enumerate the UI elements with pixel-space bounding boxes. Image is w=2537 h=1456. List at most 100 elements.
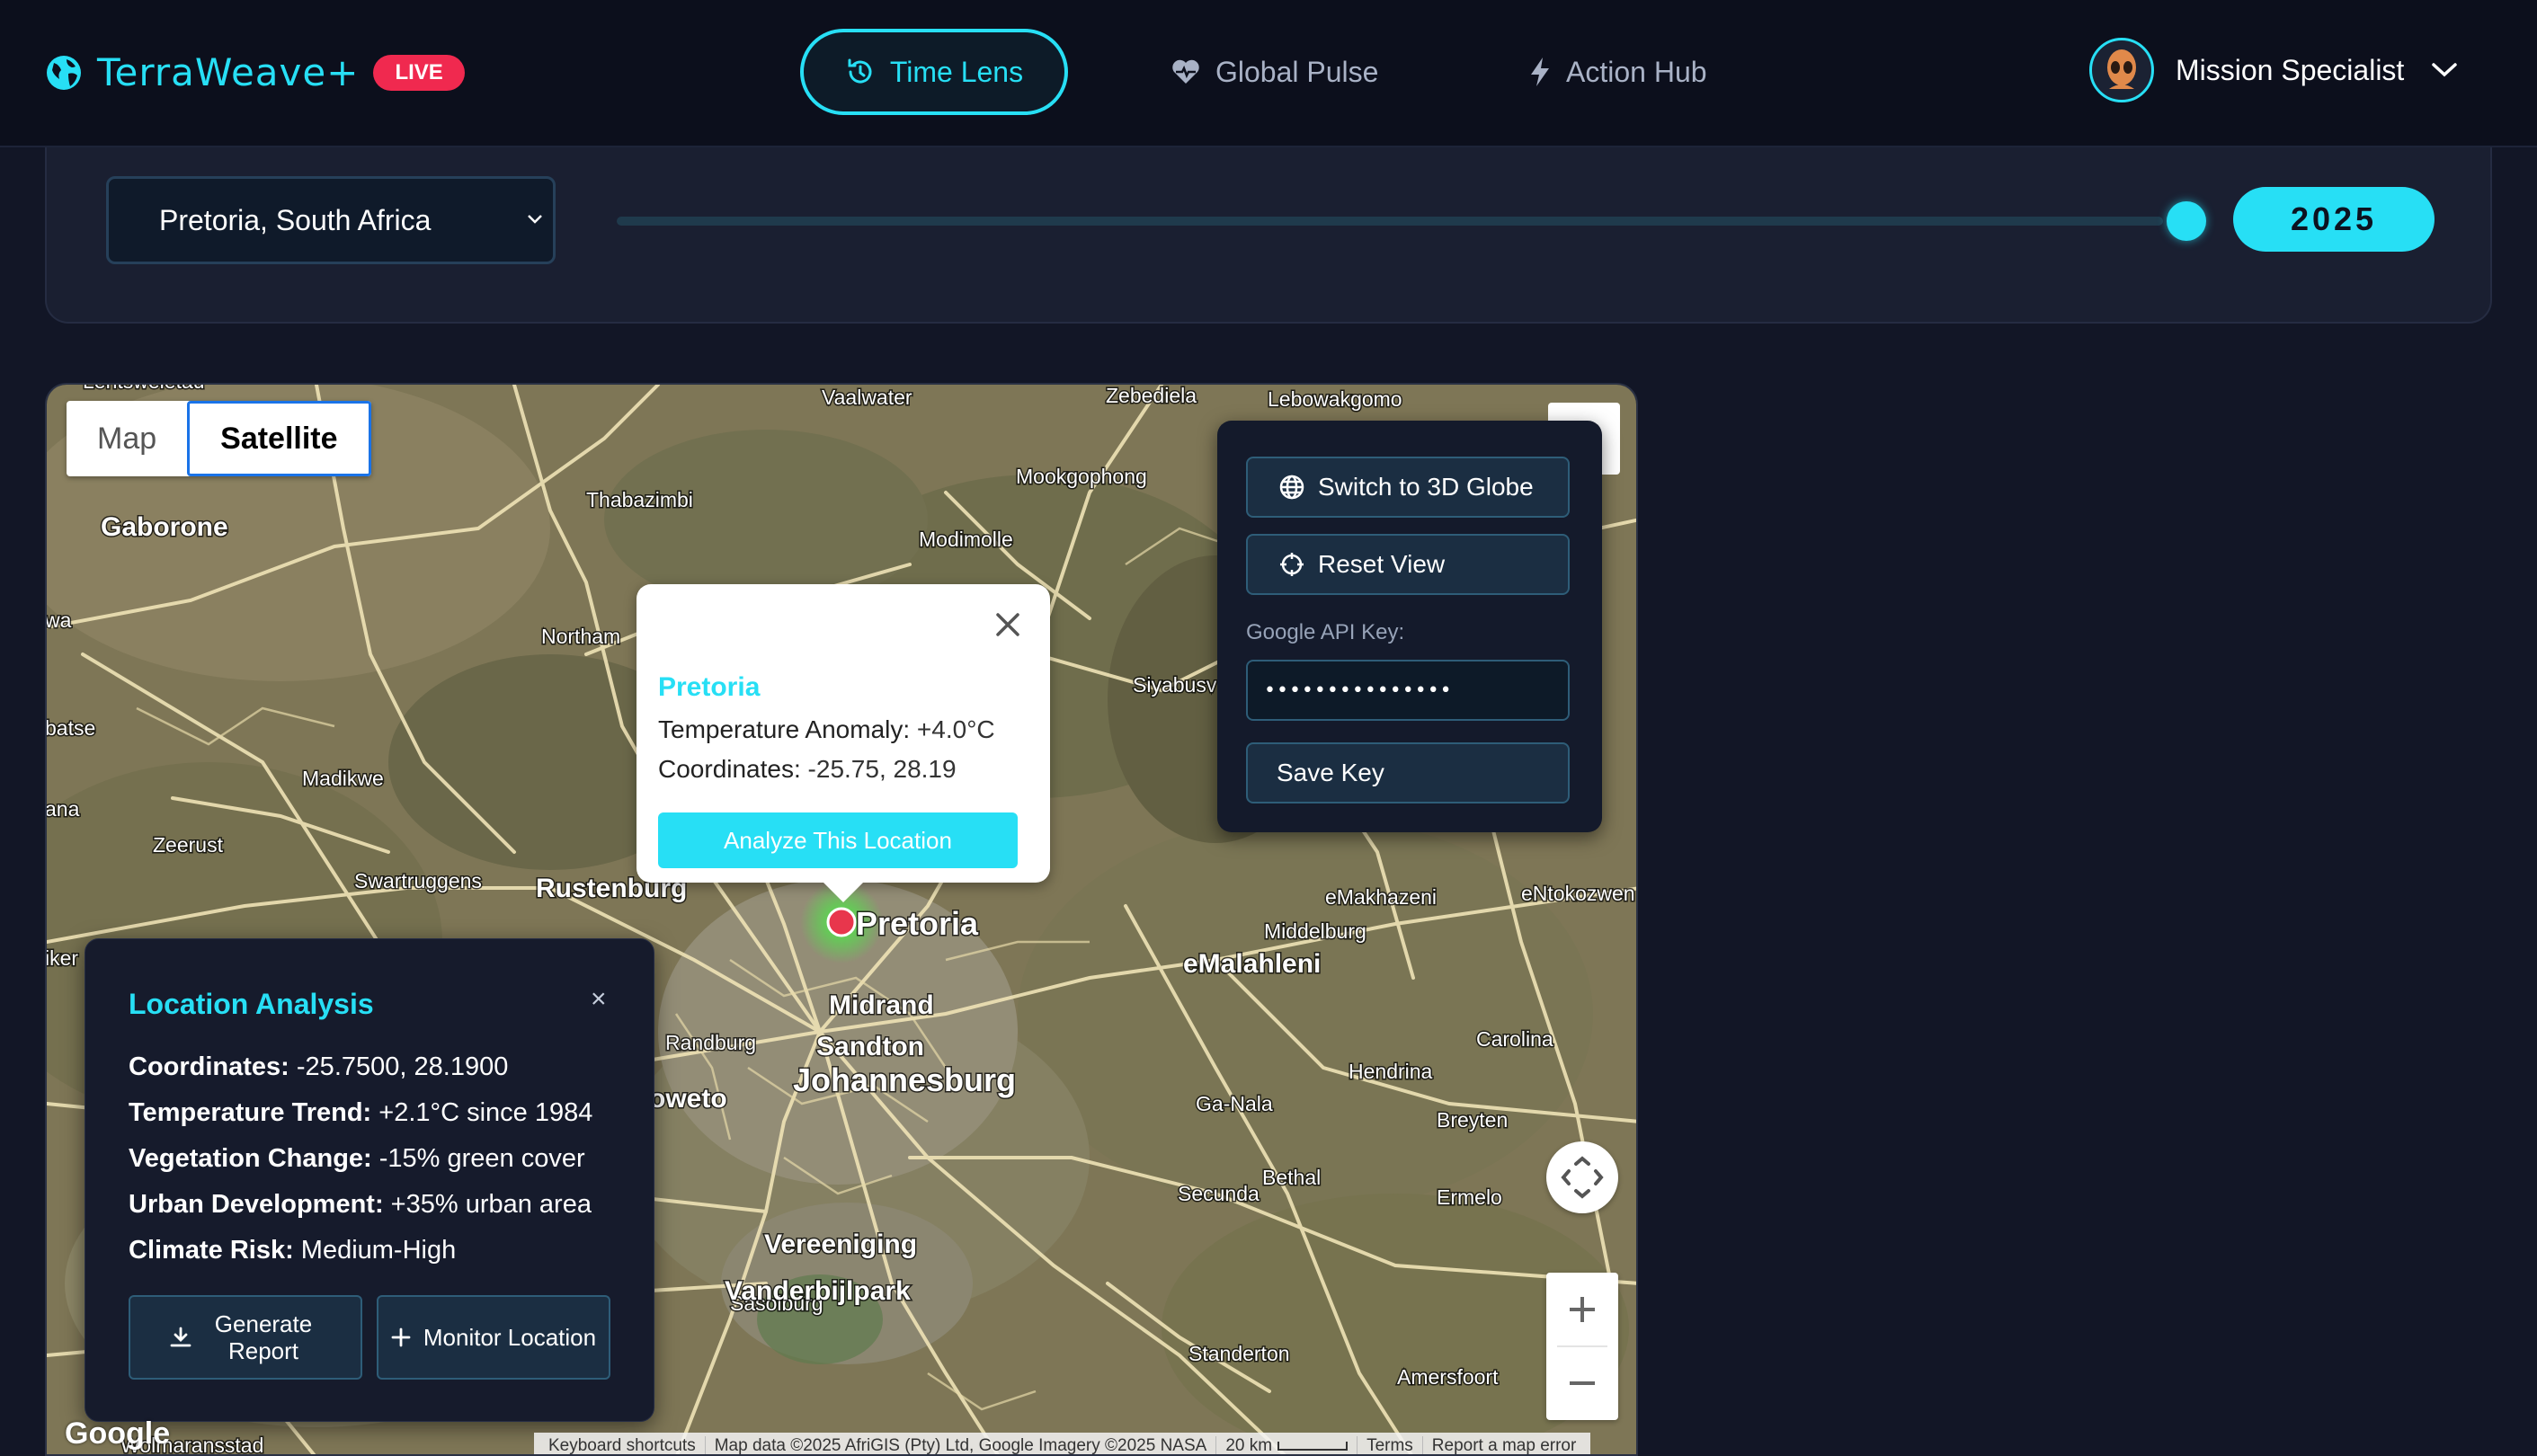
map-label: Zebediela <box>1106 385 1197 407</box>
reset-view-button[interactable]: Reset View <box>1246 534 1570 595</box>
map-label: Breyten <box>1437 1108 1508 1132</box>
zoom-in-button[interactable] <box>1546 1273 1618 1346</box>
close-icon[interactable]: × <box>591 984 607 1015</box>
plus-icon <box>391 1327 411 1347</box>
map-label-city: Midrand <box>829 990 934 1020</box>
map-label: Ermelo <box>1437 1185 1502 1209</box>
map-label-city: eMalahleni <box>1183 949 1321 979</box>
close-icon[interactable] <box>994 611 1021 638</box>
map-label: Mookgophong <box>1016 465 1147 488</box>
year-slider-handle[interactable] <box>2167 201 2206 241</box>
tab-time-lens[interactable]: Time Lens <box>800 29 1068 115</box>
map-label: Bethal <box>1262 1166 1321 1189</box>
map-label: Modimolle <box>919 528 1013 551</box>
rotate-map-button[interactable] <box>1546 1141 1618 1213</box>
scale-bar <box>1277 1441 1349 1451</box>
zoom-out-button[interactable] <box>1546 1346 1618 1420</box>
map-label: eNtokozwen <box>1521 882 1635 905</box>
map-label-city: Johannesburg <box>793 1061 1016 1098</box>
brand[interactable]: TerraWeave+ LIVE <box>45 52 465 93</box>
terms-link[interactable]: Terms <box>1358 1436 1423 1454</box>
popup-anomaly-label: Temperature Anomaly: <box>658 715 911 743</box>
map-label: batse <box>47 716 95 740</box>
download-icon <box>170 1327 191 1347</box>
popup-coordinates-label: Coordinates: <box>658 755 801 783</box>
chevron-down-icon <box>2432 63 2458 77</box>
keyboard-shortcuts-link[interactable]: Keyboard shortcuts <box>539 1436 706 1454</box>
popup-coordinates-value: -25.75, 28.19 <box>800 755 957 783</box>
map-control-panel: Switch to 3D Globe Reset View Google API… <box>1217 421 1602 832</box>
save-key-button[interactable]: Save Key <box>1246 742 1570 803</box>
location-popup: Pretoria Temperature Anomaly: +4.0°C Coo… <box>636 584 1050 902</box>
zoom-divider <box>1557 1345 1607 1347</box>
analysis-row-climate-risk: Climate Risk: Medium-High <box>129 1236 457 1265</box>
tab-label: Action Hub <box>1566 55 1707 88</box>
switch-3d-globe-button[interactable]: Switch to 3D Globe <box>1246 457 1570 518</box>
top-header: TerraWeave+ LIVE Time Lens Global Pulse … <box>0 0 2537 147</box>
popup-anomaly-value: +4.0°C <box>910 715 995 743</box>
year-slider-track[interactable] <box>617 217 2163 226</box>
map-label-city: Pretoria <box>856 905 979 942</box>
map-type-satellite-button[interactable]: Satellite <box>187 401 371 476</box>
map-label: ana <box>47 797 80 821</box>
map-label: Northam <box>541 625 620 648</box>
map-label: Lentsweletau <box>83 385 205 393</box>
map-scale: 20 km <box>1216 1436 1358 1454</box>
avatar <box>2089 38 2154 102</box>
analyze-location-button[interactable]: Analyze This Location <box>658 812 1018 868</box>
monitor-location-label: Monitor Location <box>423 1323 597 1351</box>
tab-label: Global Pulse <box>1215 55 1379 88</box>
generate-report-label: Generate Report <box>214 1310 313 1364</box>
map-label: iker <box>47 946 78 970</box>
reset-view-label: Reset View <box>1318 550 1446 578</box>
user-menu[interactable]: Mission Specialist <box>2089 38 2458 102</box>
plus-icon <box>1570 1297 1595 1322</box>
map-label: Thabazimbi <box>586 488 693 511</box>
map-label: Randburg <box>665 1031 756 1054</box>
generate-report-button[interactable]: Generate Report <box>129 1295 362 1380</box>
map-label: eMakhazeni <box>1325 885 1437 909</box>
chevron-down-icon <box>528 215 542 224</box>
popup-anomaly: Temperature Anomaly: +4.0°C <box>658 715 995 744</box>
map-label: Lebowakgomo <box>1268 387 1402 411</box>
map-label-city: oweto <box>649 1084 727 1114</box>
monitor-location-button[interactable]: Monitor Location <box>377 1295 610 1380</box>
map-label: Amersfoort <box>1397 1365 1499 1389</box>
analysis-row-vegetation: Vegetation Change: -15% green cover <box>129 1144 585 1173</box>
map-label-city: Sandton <box>816 1032 924 1061</box>
analysis-row-temperature: Temperature Trend: +2.1°C since 1984 <box>129 1098 593 1127</box>
analysis-row-coordinates: Coordinates: -25.7500, 28.1900 <box>129 1052 509 1081</box>
map-type-toggle: Map Satellite <box>67 401 371 476</box>
history-icon <box>848 58 872 84</box>
map-label: Siyabusv <box>1133 673 1217 697</box>
map-label: Vaalwater <box>822 386 912 409</box>
rotate-arrows-icon <box>1561 1156 1604 1199</box>
map-label: Standerton <box>1188 1342 1290 1365</box>
api-key-label: Google API Key: <box>1246 620 1405 644</box>
lightning-icon <box>1531 58 1549 86</box>
tab-action-hub[interactable]: Action Hub <box>1528 29 1707 115</box>
location-select[interactable]: Pretoria, South Africa <box>106 176 556 264</box>
map-label: Swartruggens <box>354 869 482 892</box>
map-type-map-button[interactable]: Map <box>67 401 187 476</box>
popup-coordinates: Coordinates: -25.75, 28.19 <box>658 755 957 784</box>
zoom-controls <box>1546 1273 1618 1420</box>
alien-avatar-icon <box>2107 49 2136 89</box>
tab-global-pulse[interactable]: Global Pulse <box>1171 29 1378 115</box>
map-label: Zeerust <box>153 833 224 857</box>
map-label: Madikwe <box>302 767 384 790</box>
satellite-map[interactable]: Lentsweletau Vaalwater Zebediela Lebowak… <box>45 383 1638 1456</box>
api-key-input[interactable] <box>1246 660 1570 721</box>
globe-icon <box>47 56 81 90</box>
report-map-error-link[interactable]: Report a map error <box>1423 1436 1586 1454</box>
map-label-city: Vereeniging <box>764 1230 917 1259</box>
location-analysis-panel: Location Analysis × Coordinates: -25.750… <box>85 938 654 1422</box>
analysis-row-urban: Urban Development: +35% urban area <box>129 1190 592 1219</box>
tab-label: Time Lens <box>889 55 1024 88</box>
map-label-city: Vanderbijlpark <box>725 1276 911 1306</box>
user-name: Mission Specialist <box>2176 53 2405 86</box>
analysis-title: Location Analysis <box>129 988 374 1020</box>
crosshair-icon <box>1280 553 1304 576</box>
map-data-credit: Map data ©2025 AfriGIS (Pty) Ltd, Google… <box>706 1436 1217 1454</box>
map-label-city: Gaborone <box>101 512 228 542</box>
